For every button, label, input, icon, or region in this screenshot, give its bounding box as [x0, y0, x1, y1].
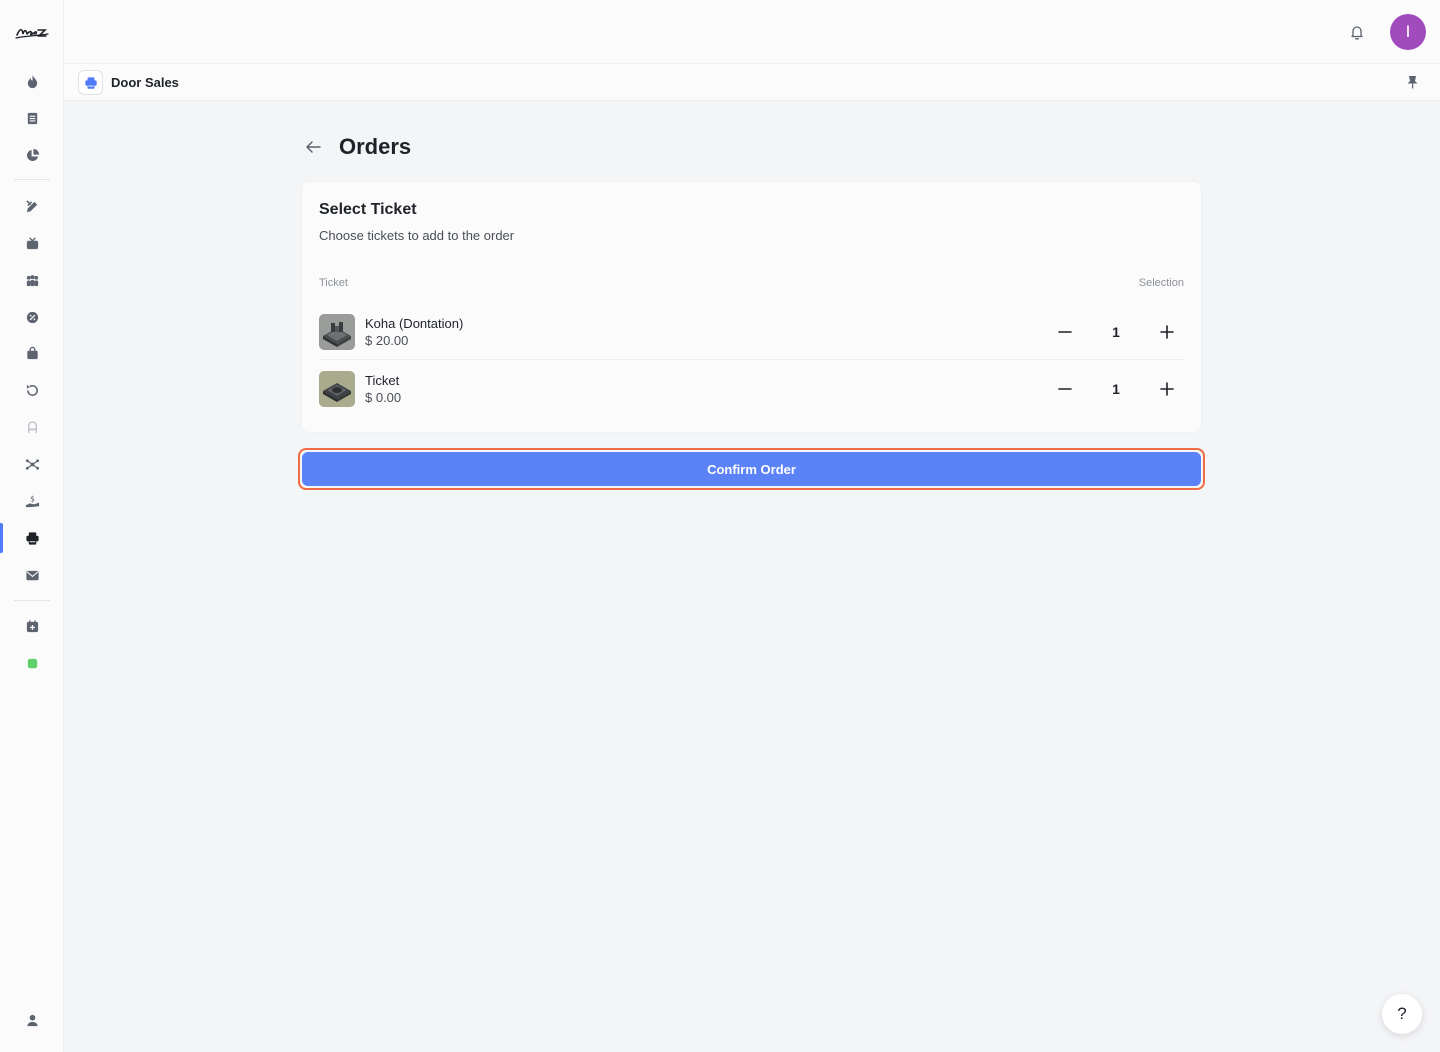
top-bar: I [64, 0, 1440, 64]
ticket-row: Ticket $ 0.00 1 [319, 361, 1185, 417]
card-subtitle: Choose tickets to add to the order [319, 228, 515, 243]
ticket-name: Ticket [365, 373, 400, 388]
increment-button[interactable] [1149, 314, 1185, 350]
quantity-value: 1 [1112, 381, 1120, 397]
bag-icon [26, 346, 38, 359]
tv-icon [26, 236, 38, 249]
badge-icon [26, 311, 38, 323]
sidebar-item-refunds[interactable] [0, 376, 64, 404]
sidebar-divider [14, 179, 50, 180]
app-root: $ I Door Sales Orders Select Ticket Choo… [0, 0, 1440, 1052]
printer-icon [78, 70, 103, 95]
ticket-price: $ 20.00 [365, 332, 409, 348]
sidebar-item-media[interactable] [0, 229, 64, 257]
sidebar-item-discounts[interactable] [0, 303, 64, 331]
pie-chart-icon [26, 148, 39, 161]
back-button[interactable] [301, 135, 325, 159]
increment-button[interactable] [1149, 371, 1185, 407]
sidebar-item-products[interactable] [0, 339, 64, 367]
tab-door-sales[interactable]: Door Sales [78, 70, 179, 95]
decrement-button[interactable] [1047, 371, 1083, 407]
donation-icon: $ [25, 494, 39, 507]
sidebar-item-seating[interactable] [0, 413, 64, 441]
avatar[interactable]: I [1390, 14, 1426, 50]
brand-logo[interactable] [12, 18, 52, 46]
confirm-order-highlight: Confirm Order [298, 448, 1205, 490]
ticket-thumbnail [319, 313, 355, 350]
sidebar-item-integrations[interactable] [0, 450, 64, 478]
status-dot-icon [27, 658, 37, 668]
quantity-value: 1 [1112, 324, 1120, 340]
sidebar-item-reports[interactable] [0, 141, 64, 169]
minus-icon [1058, 388, 1072, 390]
ticket-info: Ticket $ 0.00 [365, 372, 401, 406]
pin-icon [1407, 76, 1417, 89]
user-icon [26, 1014, 38, 1026]
svg-text:$: $ [30, 494, 35, 503]
sidebar-item-messages[interactable] [0, 561, 64, 589]
sidebar-item-door-sales[interactable] [0, 523, 64, 553]
column-header-selection: Selection [1138, 277, 1184, 289]
column-header-ticket: Ticket [319, 277, 348, 289]
ticket-name: Koha (Dontation) [365, 315, 464, 331]
plus-icon [1160, 325, 1174, 339]
mail-icon [25, 570, 39, 580]
document-icon [27, 112, 37, 124]
tab-label: Door Sales [111, 75, 179, 90]
ticket-price: $ 0.00 [365, 390, 402, 405]
select-ticket-card: Select Ticket Choose tickets to add to t… [301, 181, 1202, 433]
ticket-row: Koha (Dontation) $ 20.00 1 [319, 304, 1185, 360]
edit-tools-icon [25, 199, 37, 212]
sidebar-item-trending[interactable] [0, 67, 64, 95]
ticket-thumbnail [319, 371, 355, 407]
sidebar-item-people[interactable] [0, 266, 64, 294]
notifications-button[interactable] [1346, 21, 1368, 43]
page-title: Orders [339, 134, 412, 159]
sidebar: $ [0, 0, 64, 1052]
quantity-stepper: 1 [1047, 304, 1185, 360]
sidebar-item-donations[interactable]: $ [0, 487, 64, 515]
seat-icon [27, 420, 37, 433]
bell-icon [1351, 26, 1363, 40]
sidebar-divider [14, 600, 50, 601]
arrow-left-icon [306, 141, 321, 153]
sidebar-item-design[interactable] [0, 192, 64, 220]
decrement-button[interactable] [1047, 314, 1083, 350]
quantity-stepper: 1 [1047, 361, 1185, 417]
people-icon [26, 274, 38, 286]
plus-icon [1160, 382, 1174, 396]
ticket-info: Koha (Dontation) $ 20.00 [365, 315, 463, 349]
printer-icon [25, 531, 39, 545]
refresh-icon [26, 384, 38, 396]
sidebar-item-status[interactable] [0, 649, 64, 677]
sidebar-item-account[interactable] [0, 1006, 64, 1034]
sidebar-item-documents[interactable] [0, 104, 64, 132]
confirm-order-button[interactable]: Confirm Order [302, 452, 1201, 486]
network-icon [25, 458, 39, 470]
sidebar-item-new-event[interactable] [0, 612, 64, 640]
minus-icon [1058, 331, 1072, 333]
pin-button[interactable] [1404, 74, 1420, 90]
page-header: Orders [301, 132, 411, 162]
tab-bar: Door Sales [64, 64, 1440, 101]
flame-icon [27, 74, 37, 88]
help-button[interactable]: ? [1382, 994, 1422, 1034]
calendar-add-icon [26, 619, 38, 632]
card-title: Select Ticket [319, 201, 417, 218]
